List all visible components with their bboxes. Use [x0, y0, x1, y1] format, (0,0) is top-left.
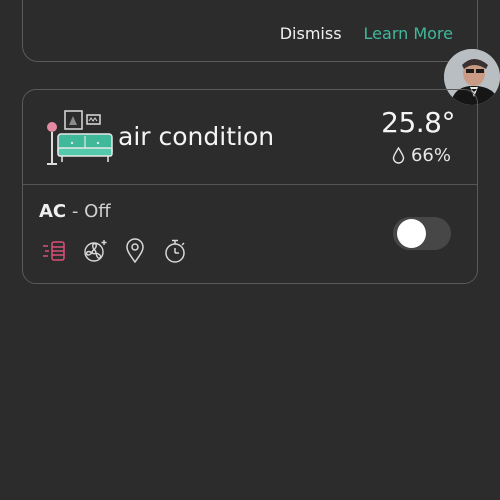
temperature-value: 25.8°: [381, 106, 455, 139]
device-header[interactable]: air condition 25.8° 66%: [23, 90, 477, 184]
divider: [23, 184, 477, 185]
device-name: AC: [39, 201, 67, 222]
room-name: air condition: [118, 122, 275, 151]
status-separator: -: [66, 201, 85, 222]
learn-more-button[interactable]: Learn More: [364, 24, 453, 43]
mode-icons: [41, 237, 189, 265]
fan-mode-icon[interactable]: [81, 237, 109, 265]
power-toggle[interactable]: [393, 217, 451, 250]
humidity-reading: 66%: [392, 145, 451, 166]
notice-card: Dismiss Learn More: [22, 0, 478, 62]
water-drop-icon: [392, 147, 405, 164]
device-card[interactable]: air condition 25.8° 66% AC - Off: [22, 89, 478, 284]
toggle-knob: [397, 219, 426, 248]
dismiss-button[interactable]: Dismiss: [280, 24, 342, 43]
heat-mode-icon[interactable]: [41, 237, 69, 265]
timer-icon[interactable]: [161, 237, 189, 265]
location-icon[interactable]: [121, 237, 149, 265]
notice-actions: Dismiss Learn More: [280, 24, 453, 43]
device-status: AC - Off: [39, 201, 111, 222]
device-state: Off: [84, 201, 111, 222]
humidity-value: 66%: [410, 145, 451, 166]
